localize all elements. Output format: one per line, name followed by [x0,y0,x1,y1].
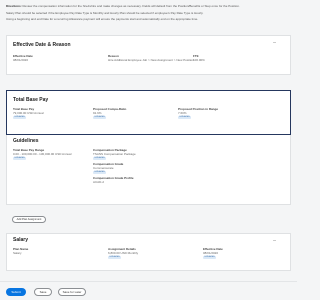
fte-value: 100.00% [193,58,205,62]
comp-grade-value: Commensurate [93,166,114,170]
directions-line-1: Directions: Review the compensation info… [6,4,291,9]
position-in-range-value: 7.60% [178,111,187,115]
grade-profile-value: ACAD-2 [93,180,105,184]
effective-more-icon[interactable]: ... [273,39,276,45]
directions: Directions: Review the compensation info… [6,4,291,24]
comp-package-badge: UPDATED [93,156,107,160]
salary-effective-date-badge: UPDATED [203,255,217,259]
pay-range-value: 0.00 - 100,000.00 - 130,000.00 USD Annua… [13,152,72,156]
effective-date-title: Effective Date & Reason [13,42,71,48]
pay-range-badge: UPDATED [13,156,27,160]
assignment-details-value: 6,800.00 USD Monthly [108,251,139,255]
submit-button[interactable]: Submit [6,288,26,296]
salary-more-icon[interactable]: ... [273,237,276,243]
save-button[interactable]: Save [34,288,52,296]
compa-ratio-value: 91.9% [93,111,102,115]
save-for-later-button[interactable]: Save for Later [58,288,86,296]
comp-package-value: TSANS Compensation Package [93,152,136,156]
salary-title: Salary [13,237,29,243]
comp-grade-badge: UPDATED [93,170,107,174]
total-base-pay-badge: UPDATED [13,115,27,119]
assignment-details-badge: UPDATED [108,255,122,259]
compa-ratio-badge: UPDATED [93,115,107,119]
guidelines-panel: Guidelines Total Base Pay Range 0.00 - 1… [6,135,291,205]
effective-date-value: 08/01/2020 [13,58,29,62]
footer-divider [0,281,297,282]
total-base-pay-value: 79,000.00 USD Annual [13,111,44,115]
total-base-pay-title: Total Base Pay [13,97,49,103]
directions-line-2: Salary Plan should be selected if the Em… [6,10,204,15]
add-plan-assignment-button[interactable]: Add Plan Assignment [12,216,46,223]
position-in-range-badge: UPDATED [178,115,192,119]
directions-line-3: Using a beginning and end Date for a rec… [6,17,199,22]
directions-label: Directions: [6,4,22,8]
effective-date-panel: Effective Date & Reason ... Effective Da… [6,35,291,75]
salary-effective-date-value: 08/01/2020 [203,251,219,255]
reason-value: Hire Additional Employee Job > New Assig… [108,58,194,62]
plan-name-value: Salary [13,251,22,255]
guidelines-title: Guidelines [13,138,39,144]
salary-panel: Salary ... Plan Name Salary Assignment D… [6,233,291,271]
total-base-pay-panel: Total Base Pay Total Base Pay 79,000.00 … [6,90,291,135]
directions-text-1: Review the compensation information for … [22,4,240,8]
